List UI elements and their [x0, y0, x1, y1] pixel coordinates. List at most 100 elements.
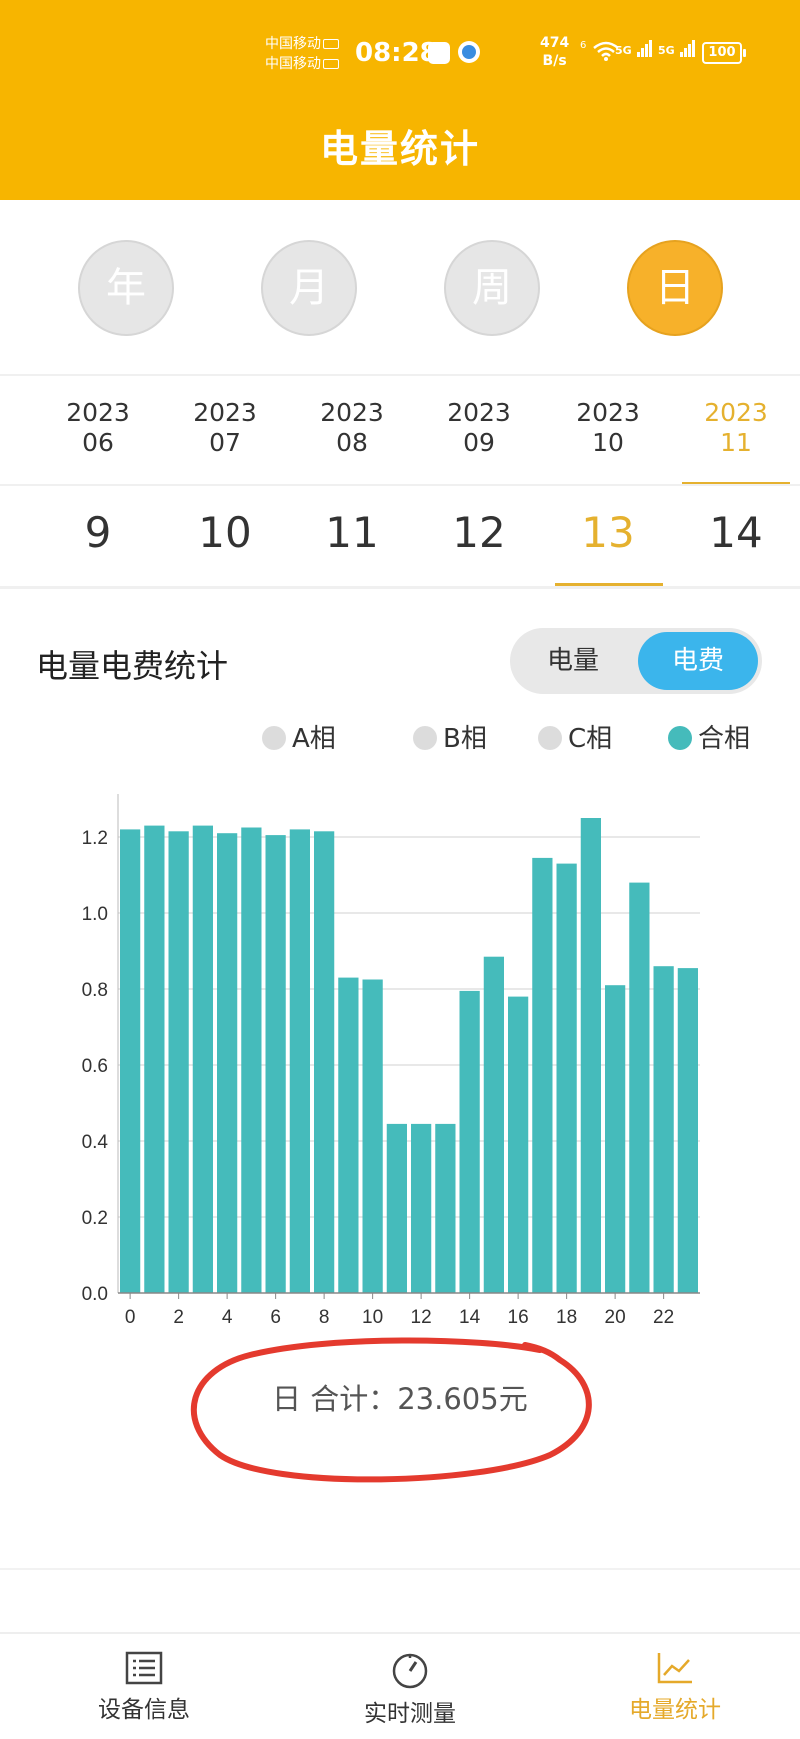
bar-hour-11 — [386, 1123, 407, 1293]
bar-hour-19 — [580, 818, 601, 1293]
y-tick-label: 0.4 — [82, 1132, 109, 1153]
bar-hour-12 — [411, 1123, 432, 1293]
month-item[interactable]: 2023 06 — [38, 398, 158, 458]
message-notification-icon — [428, 42, 450, 64]
bar-hour-2 — [168, 831, 189, 1293]
net-speed-value: 474 — [540, 35, 570, 51]
month-item[interactable]: 2023 09 — [419, 398, 539, 458]
day-item[interactable]: 12 — [419, 508, 539, 557]
line-chart-icon — [575, 1650, 775, 1690]
nav-label: 实时测量 — [364, 1701, 456, 1727]
bar-hour-14 — [459, 990, 480, 1293]
period-week-button[interactable]: 周 — [444, 240, 540, 336]
month-number: 08 — [336, 428, 368, 457]
gauge-icon — [310, 1650, 510, 1694]
nav-energy-statistics[interactable]: 电量统计 — [575, 1634, 775, 1724]
bar-hour-7 — [289, 829, 310, 1293]
battery-level: 100 — [708, 45, 736, 60]
legend-label: A相 — [292, 724, 336, 754]
legend-combined-phase[interactable]: 合相 — [668, 718, 750, 755]
hd-icon — [323, 59, 339, 69]
x-tick-label: 18 — [556, 1307, 577, 1328]
x-tick-label: 16 — [508, 1307, 529, 1328]
x-tick-label: 8 — [319, 1307, 330, 1328]
signal-1-icon: 5G — [615, 40, 653, 57]
x-tick-label: 22 — [653, 1307, 674, 1328]
bar-hour-10 — [362, 979, 383, 1293]
y-tick-label: 0.2 — [82, 1208, 108, 1229]
x-tick-label: 10 — [362, 1307, 383, 1328]
x-tick-label: 0 — [125, 1307, 136, 1328]
bar-hour-1 — [144, 825, 165, 1293]
nav-label: 设备信息 — [98, 1697, 190, 1723]
legend-label: B相 — [443, 724, 487, 754]
network-speed: 474 B/s — [540, 34, 569, 70]
period-year-button[interactable]: 年 — [78, 240, 174, 336]
daily-total: 日 合计：23.605元 — [272, 1382, 528, 1416]
legend-dot — [668, 726, 692, 750]
signal-2-label: 5G — [658, 44, 675, 57]
battery-icon: 100 — [702, 42, 746, 64]
day-item[interactable]: 14 — [676, 508, 796, 557]
toggle-cost-option[interactable]: 电费 — [638, 632, 758, 690]
x-tick-label: 4 — [222, 1307, 233, 1328]
app-notification-icon — [458, 41, 480, 63]
month-item[interactable]: 2023 08 — [292, 398, 412, 458]
month-year: 2023 — [447, 398, 511, 427]
period-selector: 年 月 周 日 — [0, 200, 800, 375]
divider — [0, 586, 800, 589]
day-item[interactable]: 9 — [38, 508, 158, 557]
bar-hour-3 — [192, 825, 213, 1293]
bar-hour-0 — [120, 829, 141, 1293]
month-item-selected[interactable]: 2023 11 — [676, 398, 796, 458]
month-item[interactable]: 2023 10 — [548, 398, 668, 458]
bar-hour-4 — [217, 833, 238, 1293]
signal-2-icon: 5G — [658, 40, 696, 57]
x-tick-label: 20 — [605, 1307, 626, 1328]
x-tick-label: 2 — [173, 1307, 184, 1328]
toggle-energy-option[interactable]: 电量 — [510, 628, 636, 694]
day-item[interactable]: 10 — [165, 508, 285, 557]
day-item-selected[interactable]: 13 — [548, 508, 668, 557]
bar-hour-21 — [629, 882, 650, 1293]
month-year: 2023 — [576, 398, 640, 427]
nav-device-info[interactable]: 设备信息 — [44, 1634, 244, 1724]
bar-hour-18 — [556, 863, 577, 1293]
month-number: 06 — [82, 428, 114, 457]
nav-label: 电量统计 — [629, 1697, 721, 1723]
month-number: 11 — [720, 428, 752, 457]
section-title: 电量电费统计 — [36, 647, 229, 685]
period-day-button[interactable]: 日 — [627, 240, 723, 336]
hourly-bar-chart[interactable]: 0.0 0.2 0.4 0.6 0.8 1.0 1.2 0 2 4 6 8 10 12 14 16 18 20 22 — [0, 780, 800, 1340]
y-tick-label: 0.6 — [82, 1056, 108, 1077]
month-number: 10 — [592, 428, 624, 457]
period-month-button[interactable]: 月 — [261, 240, 357, 336]
y-tick-label: 1.0 — [82, 904, 108, 925]
bottom-navigation: 设备信息 实时测量 电量统计 — [0, 1632, 800, 1739]
carrier-2: 中国移动 — [265, 56, 321, 72]
legend-label: 合相 — [698, 724, 751, 754]
x-tick-label: 6 — [270, 1307, 281, 1328]
legend-dot — [262, 726, 286, 750]
month-number: 09 — [463, 428, 495, 457]
month-item[interactable]: 2023 07 — [165, 398, 285, 458]
divider — [0, 1568, 800, 1570]
page-title: 电量统计 — [319, 127, 480, 171]
legend-a-phase[interactable]: A相 — [262, 718, 336, 755]
legend-dot — [413, 726, 437, 750]
day-item[interactable]: 11 — [292, 508, 412, 557]
bar-hour-23 — [677, 968, 698, 1293]
list-icon — [44, 1650, 244, 1690]
y-tick-label: 0.8 — [82, 980, 108, 1001]
nav-realtime-measure[interactable]: 实时测量 — [310, 1634, 510, 1728]
carrier-info: 中国移动 中国移动 — [265, 34, 339, 74]
bar-hour-6 — [265, 835, 286, 1293]
bar-hour-20 — [605, 985, 626, 1293]
divider — [0, 484, 800, 486]
bar-hour-22 — [653, 966, 674, 1293]
legend-c-phase[interactable]: C相 — [538, 718, 612, 755]
legend-b-phase[interactable]: B相 — [413, 718, 487, 755]
app-header: 中国移动 中国移动 08:28 474 B/s 6 5G 5G 100 电量统计 — [0, 0, 800, 200]
carrier-1: 中国移动 — [265, 36, 321, 52]
divider — [0, 374, 800, 376]
